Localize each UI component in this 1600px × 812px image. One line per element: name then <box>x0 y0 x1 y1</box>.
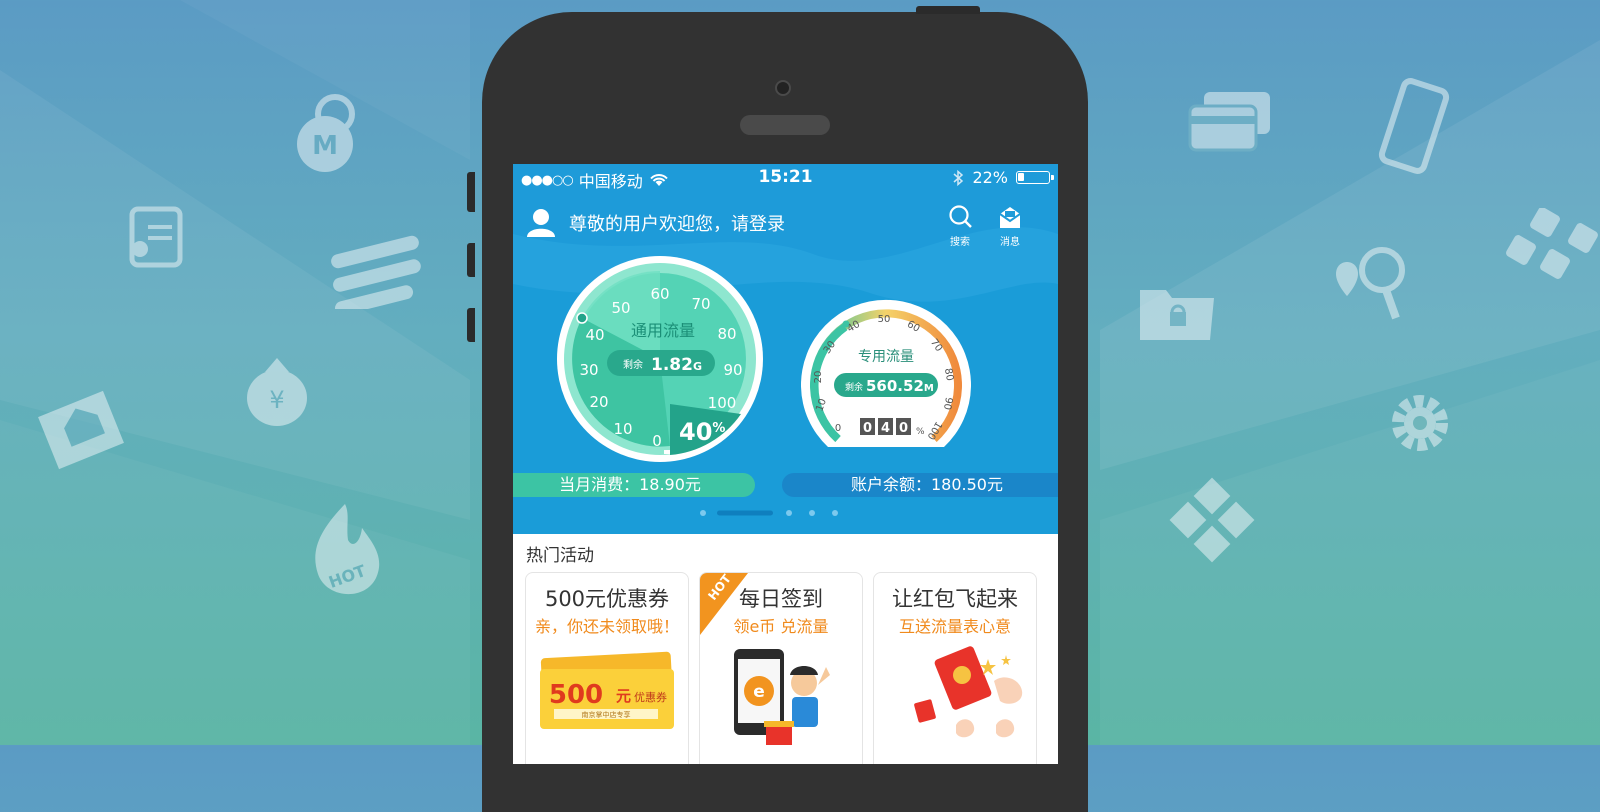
general-percent-sign: % <box>712 421 725 436</box>
account-balance[interactable]: 账户余额：180.50元 <box>782 473 1058 497</box>
special-digit-2: 4 <box>881 421 890 436</box>
carousel-indicator[interactable] <box>513 504 1058 516</box>
envelope-house-icon <box>38 390 124 470</box>
hot-flame-icon: HOT <box>315 504 380 595</box>
coupon-note: 南京掌中店专享 <box>582 710 631 719</box>
earpiece-speaker <box>740 115 830 135</box>
hot-activities-title: 热门活动 <box>526 546 594 566</box>
coupon-unit: 元 <box>616 687 631 705</box>
general-remaining-value: 1.82 <box>651 355 693 375</box>
phone-icon <box>1378 78 1450 174</box>
general-remaining-unit: G <box>693 360 702 373</box>
special-remaining-label: 剩余 <box>845 381 863 393</box>
gauge-tick-50: 50 <box>611 299 630 317</box>
gear-icon <box>1392 395 1448 451</box>
credit-card-icon <box>1188 92 1270 152</box>
svg-text:M: M <box>312 131 338 161</box>
special-digit-3: 0 <box>899 421 908 436</box>
monthly-spend[interactable]: 当月消费：18.90元 <box>513 473 755 497</box>
gauge-tick-90: 90 <box>723 361 742 379</box>
gauge-tick-40: 40 <box>585 326 604 344</box>
bluetooth-icon <box>953 169 964 186</box>
battery-icon <box>1016 171 1054 184</box>
checkin-card-title: 每日签到 <box>739 587 823 611</box>
app-header: 尊敬的用户欢迎您，请登录 搜索 消息 <box>513 200 1058 248</box>
login-prompt[interactable]: 尊敬的用户欢迎您，请登录 <box>569 210 785 236</box>
special-traffic-title: 专用流量 <box>858 349 914 365</box>
special-percent-sign: % <box>916 427 925 437</box>
special-traffic-gauge[interactable]: 0 10 20 30 40 50 60 70 80 90 100 专用流量 剩余… <box>798 297 974 463</box>
coupon-amount: 500 <box>549 680 603 710</box>
coupon-card[interactable]: 500元优惠券 亲，你还未领取哦！ 500 元 优惠券 南京掌中店专享 <box>525 572 689 764</box>
status-bar: ●●●○○ 中国移动 15:21 22% <box>513 164 1058 192</box>
gauge-tick-10: 10 <box>613 420 632 438</box>
coupon-ticket-image: 500 元 优惠券 南京掌中店专享 <box>540 651 674 729</box>
special-tick-50: 50 <box>878 314 891 325</box>
svg-text:¥: ¥ <box>269 386 284 414</box>
general-traffic-title: 通用流量 <box>631 321 695 340</box>
carousel-dots <box>700 510 838 516</box>
volume-up-button <box>467 243 475 277</box>
daily-checkin-card[interactable]: HOT 每日签到 领e币 兑流量 e <box>699 572 863 764</box>
document-certificate-icon <box>129 206 183 268</box>
app-grid-icon <box>1506 208 1598 279</box>
special-tick-20: 20 <box>813 371 824 384</box>
special-tick-80: 80 <box>942 367 955 381</box>
coupon-card-subtitle: 亲，你还未领取哦！ <box>534 617 679 636</box>
coupon-label: 优惠券 <box>634 690 667 704</box>
general-usage-percent: 40 <box>679 418 712 446</box>
battery-percent: 22% <box>972 168 1008 187</box>
front-camera <box>775 80 791 96</box>
search-button[interactable]: 搜索 <box>940 204 980 248</box>
special-tick-0: 0 <box>835 423 841 434</box>
volume-down-button <box>467 308 475 342</box>
e-coin-letter: e <box>753 682 765 702</box>
checkin-illustration: e <box>734 649 830 745</box>
phone-screen: ●●●○○ 中国移动 15:21 22% 尊敬的用户欢迎您，请登录 搜索 消息 … <box>513 164 1058 764</box>
special-remaining-unit: M <box>924 383 934 394</box>
gauge-tick-70: 70 <box>691 295 710 313</box>
general-remaining-label: 剩余 <box>623 358 643 371</box>
search-label: 搜索 <box>950 237 970 248</box>
gauge-tick-100: 100 <box>708 394 737 412</box>
magnifier-m-icon: M <box>297 94 355 172</box>
bars-icon <box>331 235 421 309</box>
mute-switch <box>467 172 475 212</box>
general-traffic-gauge[interactable]: 0 10 20 30 40 50 60 70 80 90 100 通用流量 剩余… <box>555 254 765 464</box>
special-remaining-value: 560.52 <box>866 377 924 395</box>
red-packet-card[interactable]: 让红包飞起来 互送流量表心意 <box>873 572 1037 764</box>
envelope-icon <box>999 207 1021 228</box>
red-packet-card-subtitle: 互送流量表心意 <box>898 617 1011 636</box>
special-tick-90: 90 <box>941 396 954 410</box>
gauge-tick-80: 80 <box>717 325 736 343</box>
red-packet-card-title: 让红包飞起来 <box>892 587 1018 611</box>
diamond-grid-icon <box>1169 477 1255 563</box>
red-packet-illustration <box>914 646 1023 738</box>
gauge-tick-0: 0 <box>652 432 662 450</box>
coupon-card-title: 500元优惠券 <box>544 587 670 611</box>
message-button[interactable]: 消息 <box>990 204 1030 248</box>
search-icon <box>949 205 972 228</box>
special-digit-1: 0 <box>863 421 872 436</box>
checkin-card-subtitle: 领e币 兑流量 <box>733 617 829 636</box>
svg-text:560.52M: 560.52M <box>866 377 934 395</box>
money-bag-icon: ¥ <box>247 358 307 426</box>
gauge-tick-60: 60 <box>650 285 669 303</box>
gauge-tick-20: 20 <box>589 393 608 411</box>
location-search-icon <box>1336 247 1405 320</box>
folder-lock-icon <box>1140 290 1214 340</box>
message-label: 消息 <box>1000 237 1020 248</box>
power-button <box>916 6 980 14</box>
gauge-tick-30: 30 <box>579 361 598 379</box>
battery-fill <box>1018 173 1024 181</box>
user-avatar-icon[interactable] <box>525 206 557 238</box>
